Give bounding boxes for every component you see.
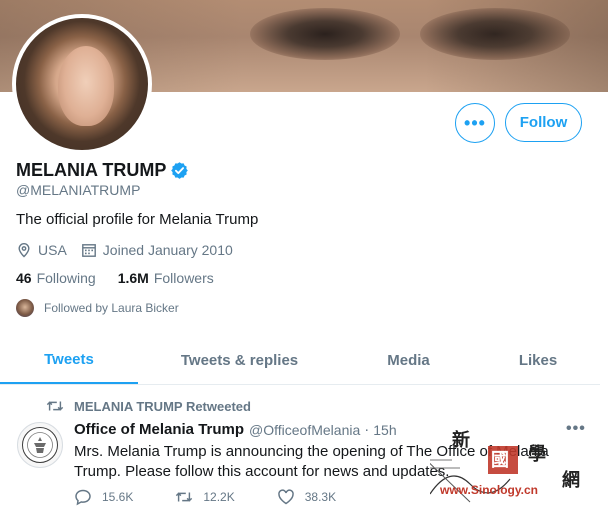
profile-counts: 46 Following 1.6M Followers	[16, 270, 236, 286]
following-count: 46	[16, 270, 32, 286]
tweet-author-avatar[interactable]	[17, 422, 63, 468]
location-icon	[18, 243, 30, 258]
profile-bio: The official profile for Melania Trump	[16, 211, 259, 228]
tweet-author-handle[interactable]: @OfficeofMelania	[249, 422, 360, 438]
tweet-time[interactable]: 15h	[373, 422, 396, 438]
office-seal-icon	[22, 427, 58, 463]
tweet-header: Office of Melania Trump @OfficeofMelania…	[74, 421, 397, 438]
like-button[interactable]: 38.3K	[277, 488, 336, 506]
profile-tabs: Tweets Tweets & replies Media Likes	[0, 336, 600, 385]
tab-media[interactable]: Media	[341, 336, 476, 384]
calendar-icon	[81, 244, 96, 257]
watermark-url: www.Sinology.cn	[440, 483, 539, 497]
tab-tweets-replies[interactable]: Tweets & replies	[138, 336, 341, 384]
follower-avatar	[16, 299, 34, 317]
tweet-author-name[interactable]: Office of Melania Trump	[74, 421, 244, 438]
profile-name: MELANIA TRUMP	[16, 160, 167, 180]
watermark-char-2: 國	[491, 450, 509, 471]
followers-link[interactable]: 1.6M Followers	[118, 270, 214, 286]
profile-avatar[interactable]	[12, 14, 152, 154]
reply-button[interactable]: 15.6K	[74, 488, 133, 506]
tweet-more-button[interactable]: •••	[566, 420, 586, 438]
profile-handle: @MELANIATRUMP	[16, 182, 141, 198]
retweet-icon	[46, 401, 64, 411]
reply-icon	[75, 489, 91, 506]
retweet-count: 12.2K	[203, 490, 235, 504]
like-count: 38.3K	[304, 490, 337, 504]
profile-location: USA	[38, 242, 67, 258]
follow-button[interactable]: Follow	[505, 103, 582, 142]
following-link[interactable]: 46 Following	[16, 270, 96, 286]
tweet-actions: 15.6K 12.2K 38.3K	[74, 488, 378, 506]
followed-by-text: Followed by Laura Bicker	[44, 301, 179, 315]
reply-count: 15.6K	[102, 490, 134, 504]
retweet-label: MELANIA TRUMP Retweeted	[74, 398, 251, 414]
watermark-char-3: 學	[528, 444, 546, 465]
tab-likes[interactable]: Likes	[476, 336, 600, 384]
more-options-button[interactable]: •••	[455, 103, 495, 143]
heart-icon	[277, 489, 294, 505]
verified-badge-icon	[171, 162, 189, 179]
watermark-char-1: 新	[452, 430, 470, 451]
profile-joined: Joined January 2010	[102, 242, 233, 258]
retweet-action-icon	[176, 492, 193, 502]
retweet-button[interactable]: 12.2K	[175, 488, 235, 506]
followers-count: 1.6M	[117, 270, 149, 286]
watermark-char-4: 網	[562, 470, 580, 491]
retweet-context: MELANIA TRUMP Retweeted	[46, 398, 251, 414]
followed-by[interactable]: Followed by Laura Bicker	[16, 299, 179, 317]
profile-name-row: MELANIA TRUMP	[16, 160, 189, 181]
profile-meta: USA Joined January 2010	[16, 242, 247, 258]
tab-tweets[interactable]: Tweets	[0, 336, 138, 384]
